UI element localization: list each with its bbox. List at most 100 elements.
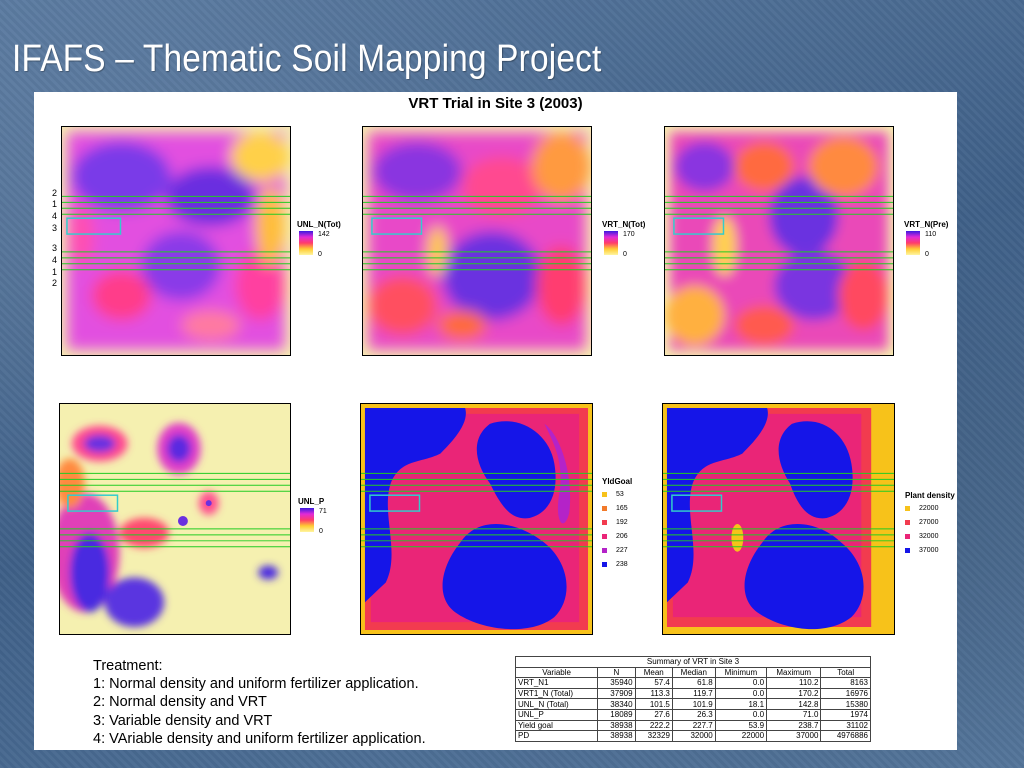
column-header: Mean bbox=[634, 666, 673, 679]
table-cell: 71.0 bbox=[766, 708, 822, 721]
strip-label: 4 bbox=[52, 211, 58, 221]
legend-item: 165 bbox=[602, 505, 628, 512]
treatment-heading: Treatment: bbox=[93, 658, 163, 674]
legend-swatch bbox=[602, 491, 607, 497]
map-vrt-n-pre bbox=[664, 126, 894, 356]
slide-title: IFAFS – Thematic Soil Mapping Project bbox=[12, 38, 602, 80]
table-cell: 227.7 bbox=[671, 719, 716, 732]
table-cell: 61.8 bbox=[671, 677, 716, 689]
map-yldgoal bbox=[360, 403, 593, 635]
legend-item: 227 bbox=[602, 547, 628, 554]
color-ramp bbox=[906, 231, 920, 255]
legend-max: 71 bbox=[319, 508, 327, 515]
table-cell: 27.6 bbox=[634, 708, 673, 721]
column-header: Total bbox=[820, 666, 871, 679]
table-cell: 32329 bbox=[634, 730, 673, 742]
table-cell: 113.3 bbox=[634, 687, 673, 700]
table-cell: 0.0 bbox=[714, 687, 768, 700]
column-header: Variable bbox=[514, 666, 599, 679]
table-cell: VRT1_N (Total) bbox=[514, 687, 599, 700]
legend-swatch bbox=[905, 505, 910, 511]
table-row: PD 38938 32329 32000 22000 37000 4976886 bbox=[514, 730, 871, 742]
legend-vrt-n-tot: VRT_N(Tot) 170 0 bbox=[602, 220, 646, 258]
legend-item: 206 bbox=[602, 533, 628, 540]
table-cell: 170.2 bbox=[766, 687, 822, 700]
summary-table: Summary of VRT in Site 3 Variable N Mean… bbox=[514, 656, 871, 742]
treatment-item: 1: Normal density and uniform fertilizer… bbox=[93, 676, 419, 693]
legend-min: 0 bbox=[623, 251, 627, 258]
table-cell: 101.5 bbox=[634, 698, 673, 710]
legend-title: VRT_N(Tot) bbox=[602, 220, 646, 229]
strip-label: 1 bbox=[52, 267, 58, 277]
map-vrt-n-tot bbox=[362, 126, 592, 356]
table-cell: 53.9 bbox=[714, 719, 768, 732]
table-cell: 57.4 bbox=[634, 677, 673, 689]
strip-label: 2 bbox=[52, 188, 58, 198]
table-row: VRT_N1 35940 57.4 61.8 0.0 110.2 8163 bbox=[514, 677, 871, 689]
legend-swatch bbox=[905, 519, 910, 525]
table-cell: 0.0 bbox=[714, 677, 768, 689]
table-cell: 38938 bbox=[597, 719, 636, 732]
map-unl-p bbox=[59, 403, 291, 635]
figure-panel: VRT Trial in Site 3 (2003) 2 1 4 3 3 4 1… bbox=[34, 92, 957, 750]
strip-label: 3 bbox=[52, 223, 58, 233]
legend-swatch bbox=[602, 561, 607, 567]
strip-label: 4 bbox=[52, 255, 58, 265]
table-row: Yield goal 38938 222.2 227.7 53.9 238.7 … bbox=[514, 719, 871, 732]
table-cell: 35940 bbox=[597, 677, 636, 689]
table-cell: 18.1 bbox=[714, 698, 768, 710]
table-cell: 16976 bbox=[820, 687, 871, 700]
table-cell: 32000 bbox=[671, 730, 716, 742]
legend-item: 27000 bbox=[905, 519, 938, 526]
figure-title: VRT Trial in Site 3 (2003) bbox=[408, 95, 583, 112]
table-cell: UNL_N (Total) bbox=[514, 698, 599, 710]
color-ramp bbox=[300, 508, 314, 532]
treatment-item: 2: Normal density and VRT bbox=[93, 694, 267, 711]
strip-label: 2 bbox=[52, 278, 58, 288]
table-cell: 8163 bbox=[820, 677, 871, 689]
legend-unl-p: UNL_P 71 0 bbox=[298, 497, 327, 535]
table-cell: 22000 bbox=[714, 730, 768, 742]
treatment-legend: Treatment: 1: Normal density and uniform… bbox=[93, 657, 426, 748]
legend-item: 32000 bbox=[905, 533, 938, 540]
strip-label: 3 bbox=[52, 243, 58, 253]
column-header: N bbox=[597, 666, 636, 679]
table-cell: Yield goal bbox=[514, 719, 599, 732]
legend-min: 0 bbox=[319, 528, 323, 535]
legend-vrt-n-pre: VRT_N(Pre) 110 0 bbox=[904, 220, 949, 258]
legend-title: VRT_N(Pre) bbox=[904, 220, 949, 229]
table-cell: 37909 bbox=[597, 687, 636, 700]
legend-swatch bbox=[602, 505, 607, 511]
legend-title: UNL_N(Tot) bbox=[297, 220, 341, 229]
legend-item: 238 bbox=[602, 561, 628, 568]
legend-item: 22000 bbox=[905, 505, 938, 512]
legend-title: YldGoal bbox=[602, 477, 633, 486]
table-cell: 238.7 bbox=[766, 719, 822, 732]
table-cell: 101.9 bbox=[671, 698, 716, 710]
table-cell: 26.3 bbox=[671, 708, 716, 721]
table-cell: 0.0 bbox=[714, 708, 768, 721]
legend-title: UNL_P bbox=[298, 497, 325, 506]
strip-label: 1 bbox=[52, 199, 58, 209]
legend-max: 142 bbox=[318, 231, 330, 238]
legend-max: 110 bbox=[925, 231, 937, 238]
table-cell: VRT_N1 bbox=[514, 677, 599, 689]
legend-yldgoal: YldGoal 53 165 192 206 227 238 bbox=[602, 477, 652, 577]
table-row: UNL_N (Total) 38340 101.5 101.9 18.1 142… bbox=[514, 698, 871, 710]
legend-swatch bbox=[602, 547, 607, 553]
color-ramp bbox=[604, 231, 618, 255]
table-cell: 119.7 bbox=[671, 687, 716, 700]
legend-swatch bbox=[905, 533, 910, 539]
legend-min: 0 bbox=[925, 251, 929, 258]
table-header-row: Variable N Mean Median Minimum Maximum T… bbox=[514, 666, 871, 679]
color-ramp bbox=[299, 231, 313, 255]
table-row: UNL_P 18089 27.6 26.3 0.0 71.0 1974 bbox=[514, 708, 871, 721]
table-cell: 38340 bbox=[597, 698, 636, 710]
column-header: Median bbox=[671, 666, 716, 679]
table-cell: PD bbox=[514, 730, 599, 742]
table-cell: 110.2 bbox=[766, 677, 822, 689]
legend-max: 170 bbox=[623, 231, 635, 238]
treatment-item: 4: VAriable density and uniform fertiliz… bbox=[93, 730, 426, 747]
table-cell: 222.2 bbox=[634, 719, 673, 732]
table-cell: 38938 bbox=[597, 730, 636, 742]
